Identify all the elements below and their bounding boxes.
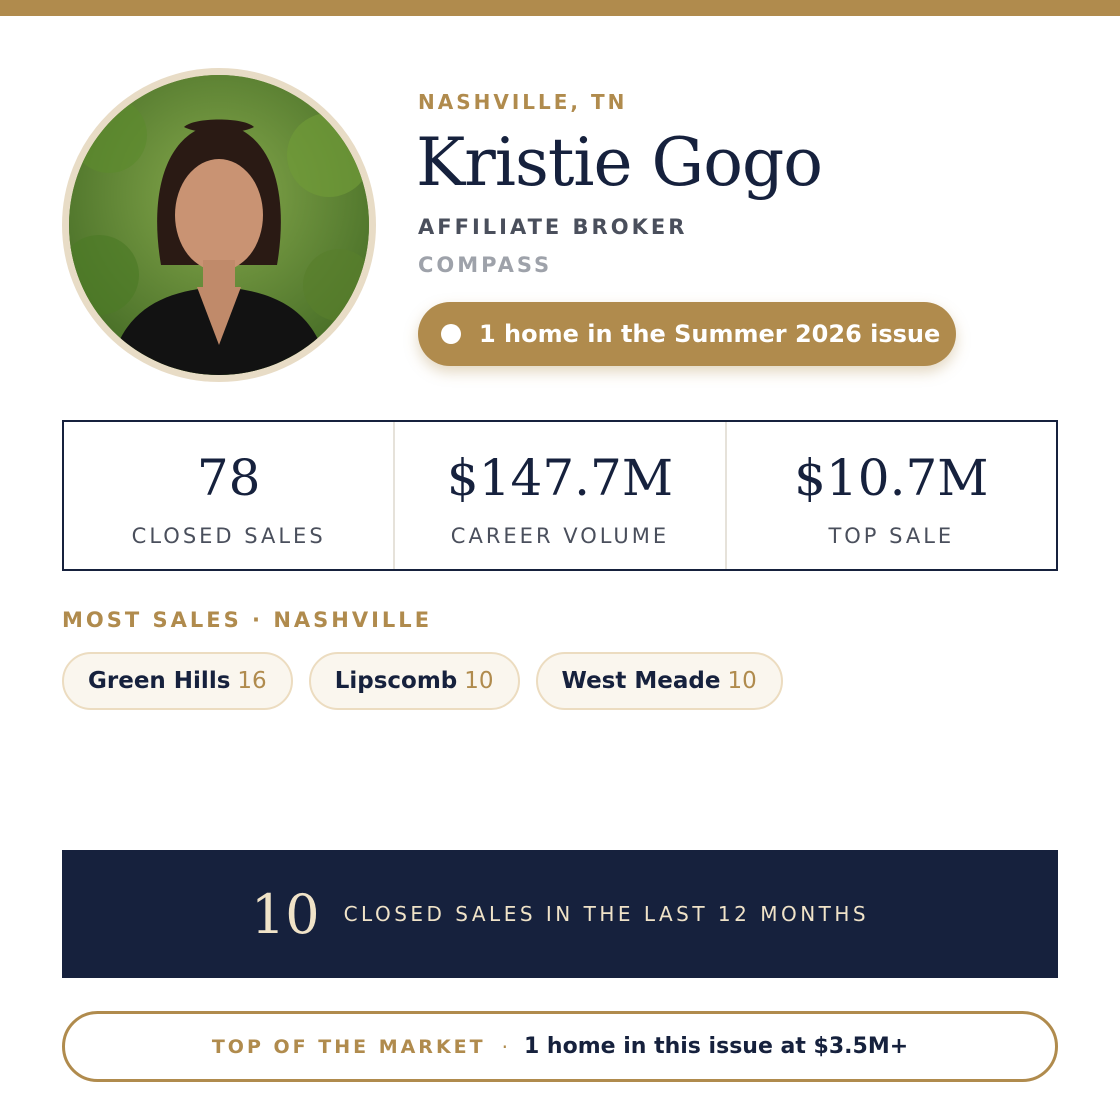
recent-sales-banner: 10 CLOSED SALES IN THE LAST 12 MONTHS — [62, 850, 1058, 978]
stat-label: CAREER VOLUME — [450, 524, 670, 548]
neighborhood-chip-green-hills[interactable]: Green Hills 16 — [62, 652, 293, 710]
chip-count: 10 — [727, 668, 757, 694]
chip-count: 10 — [464, 668, 494, 694]
market-label: TOP OF THE MARKET — [211, 1035, 486, 1058]
issue-badge-label: 1 home in the Summer 2026 issue — [479, 320, 941, 348]
top-accent-bar — [0, 0, 1120, 16]
recent-sales-count: 10 — [250, 882, 320, 946]
recent-sales-label: CLOSED SALES IN THE LAST 12 MONTHS — [343, 902, 870, 926]
agent-avatar — [62, 68, 376, 382]
stat-value: $10.7M — [794, 449, 989, 507]
chip-count: 16 — [237, 668, 267, 694]
issue-badge[interactable]: 1 home in the Summer 2026 issue — [418, 302, 956, 366]
market-separator: · — [501, 1034, 508, 1059]
stat-career-volume: $147.7M CAREER VOLUME — [395, 422, 727, 569]
neighborhood-chip-west-meade[interactable]: West Meade 10 — [535, 652, 783, 710]
stat-label: CLOSED SALES — [131, 524, 326, 548]
stat-label: TOP SALE — [828, 524, 955, 548]
agent-name: Kristie Gogo — [416, 124, 823, 201]
stat-value: 78 — [196, 449, 261, 507]
chip-name: Green Hills — [88, 668, 231, 694]
stat-closed-sales: 78 CLOSED SALES — [64, 422, 396, 569]
agent-title: AFFILIATE BROKER — [418, 215, 688, 239]
agent-location: NASHVILLE, TN — [418, 90, 628, 114]
chip-name: Lipscomb — [334, 668, 458, 694]
stat-top-sale: $10.7M TOP SALE — [727, 422, 1056, 569]
neighborhood-chip-lipscomb[interactable]: Lipscomb 10 — [308, 652, 520, 710]
agent-brokerage: COMPASS — [418, 253, 553, 277]
dot-icon — [441, 324, 461, 344]
most-sales-heading: MOST SALES · NASHVILLE — [62, 608, 433, 632]
agent-portrait-icon — [69, 75, 369, 375]
chip-name: West Meade — [561, 668, 721, 694]
top-of-market-pill[interactable]: TOP OF THE MARKET · 1 home in this issue… — [62, 1011, 1058, 1082]
stats-panel: 78 CLOSED SALES $147.7M CAREER VOLUME $1… — [62, 420, 1058, 571]
neighborhood-chips: Green Hills 16 Lipscomb 10 West Meade 10 — [62, 652, 783, 710]
stat-value: $147.7M — [446, 449, 674, 507]
market-text: 1 home in this issue at $3.5M+ — [523, 1034, 909, 1059]
